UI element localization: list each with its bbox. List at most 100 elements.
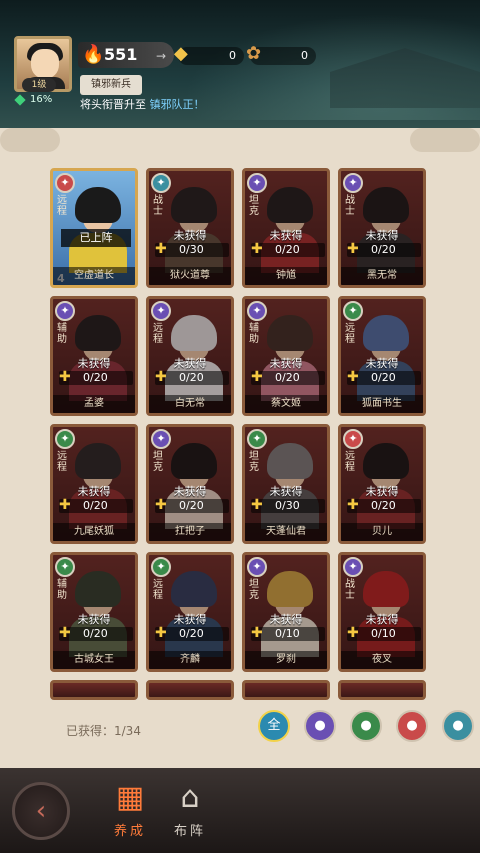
resource-coin-value: 0 xyxy=(229,49,236,62)
hero-card[interactable]: ✦ 远程 未获得 ✚ 0/20 狐面书生 xyxy=(338,296,426,416)
spirit-class-icon[interactable]: ● xyxy=(350,710,382,742)
deployed-status: 已上阵 xyxy=(61,229,131,247)
hero-name: 蔡文姬 xyxy=(245,395,327,413)
cards-icon: ▦ xyxy=(115,780,145,815)
shard-icon: ✚ xyxy=(347,625,359,641)
shard-icon: ✚ xyxy=(155,369,167,385)
hero-name: 钟馗 xyxy=(245,267,327,285)
shard-progress: ✚ 0/20 xyxy=(347,497,421,513)
hero-card[interactable]: ✦ 辅助 未获得 ✚ 0/20 蔡文姬 xyxy=(242,296,330,416)
power-display[interactable]: 🔥 551 → xyxy=(78,42,174,68)
hero-class-label: 坦克 xyxy=(249,451,259,473)
tab-cultivate-label: 养成 xyxy=(113,824,146,839)
hero-card[interactable]: ✦ 远程 未获得 ✚ 0/20 贝儿 xyxy=(338,424,426,544)
announcement-marquee: 将头衔晋升至 镇邪队正！ xyxy=(80,97,340,113)
shard-progress-value: 0/10 xyxy=(275,627,300,640)
xp-gem-icon xyxy=(14,94,26,106)
hero-card[interactable]: ✦ 远程 已上阵 4 空虚道长 xyxy=(50,168,138,288)
hero-class-label: 远程 xyxy=(345,323,355,345)
shard-progress-value: 0/20 xyxy=(179,371,204,384)
hero-class-icon: ✦ xyxy=(55,301,75,321)
player-level: 1级 xyxy=(22,78,56,92)
all-filter-icon[interactable]: 全 xyxy=(258,710,290,742)
resource-coin[interactable]: ◆ 0 xyxy=(174,43,244,65)
marquee-prefix: 将头衔晋升至 xyxy=(80,98,146,111)
xp-percent: 16% xyxy=(30,94,53,105)
back-button[interactable]: ‹ xyxy=(12,782,70,840)
hero-class-icon: ✦ xyxy=(151,173,171,193)
hero-card[interactable]: ✦ 远程 未获得 ✚ 0/20 白无常 xyxy=(146,296,234,416)
shard-progress: ✚ 0/10 xyxy=(251,625,325,641)
hero-class-icon: ✦ xyxy=(55,173,75,193)
hero-class-label: 远程 xyxy=(153,579,163,601)
tab-cultivate[interactable]: ▦ 养成 xyxy=(100,778,160,848)
back-arrow-icon: ‹ xyxy=(35,796,47,826)
hero-name: 罗刹 xyxy=(245,651,327,669)
cloud-decor xyxy=(0,128,60,152)
hero-class-icon: ✦ xyxy=(247,429,267,449)
hero-card-partial[interactable] xyxy=(146,680,234,700)
hero-card[interactable]: ✦ 坦克 未获得 ✚ 0/20 钟馗 xyxy=(242,168,330,288)
hero-card[interactable]: ✦ 坦克 未获得 ✚ 0/10 罗刹 xyxy=(242,552,330,672)
hero-class-icon: ✦ xyxy=(247,173,267,193)
hero-class-label: 远程 xyxy=(57,195,67,217)
shard-progress: ✚ 0/30 xyxy=(251,497,325,513)
hero-portrait xyxy=(63,181,133,273)
hero-card[interactable]: ✦ 远程 未获得 ✚ 0/20 九尾妖狐 xyxy=(50,424,138,544)
hero-card-partial[interactable] xyxy=(50,680,138,700)
shard-progress-value: 0/20 xyxy=(179,627,204,640)
hero-class-label: 辅助 xyxy=(249,323,259,345)
shard-icon: ✚ xyxy=(251,497,263,513)
hero-class-icon: ✦ xyxy=(343,429,363,449)
hero-class-icon: ✦ xyxy=(343,173,363,193)
scroll-icon: ✿ xyxy=(246,43,262,64)
shard-progress-value: 0/20 xyxy=(275,371,300,384)
bottom-nav: ‹ ▦ 养成 ⌂ 布阵 xyxy=(0,768,480,853)
hero-name: 古城女王 xyxy=(53,651,135,669)
hero-card[interactable]: ✦ 坦克 未获得 ✚ 0/30 天蓬仙君 xyxy=(242,424,330,544)
shard-progress: ✚ 0/30 xyxy=(155,241,229,257)
hero-name: 天蓬仙君 xyxy=(245,523,327,541)
formation-icon: ⌂ xyxy=(180,780,200,815)
hero-card-partial[interactable] xyxy=(338,680,426,700)
hero-card[interactable]: ✦ 战士 未获得 ✚ 0/20 黑无常 xyxy=(338,168,426,288)
hero-card-partial[interactable] xyxy=(242,680,330,700)
hero-name: 贝儿 xyxy=(341,523,423,541)
hero-class-icon: ✦ xyxy=(151,301,171,321)
shard-icon: ✚ xyxy=(155,625,167,641)
tab-formation-label: 布阵 xyxy=(173,824,206,839)
shard-icon: ✚ xyxy=(59,625,71,641)
hero-card[interactable]: ✦ 辅助 未获得 ✚ 0/20 孟婆 xyxy=(50,296,138,416)
shard-progress: ✚ 0/20 xyxy=(251,369,325,385)
shard-progress-value: 0/30 xyxy=(179,243,204,256)
shard-icon: ✚ xyxy=(251,241,263,257)
feather-class-icon[interactable]: ● xyxy=(396,710,428,742)
hero-card[interactable]: ✦ 远程 未获得 ✚ 0/20 齐麟 xyxy=(146,552,234,672)
shard-icon: ✚ xyxy=(155,241,167,257)
shard-icon: ✚ xyxy=(59,369,71,385)
hero-name: 白无常 xyxy=(149,395,231,413)
hero-name: 黑无常 xyxy=(341,267,423,285)
hero-card[interactable]: ✦ 战士 未获得 ✚ 0/10 夜叉 xyxy=(338,552,426,672)
cloud-decor xyxy=(410,128,480,152)
coin-bag-icon: ◆ xyxy=(174,43,188,64)
ghost-class-icon[interactable]: ● xyxy=(304,710,336,742)
marquee-highlight: 镇邪队正！ xyxy=(149,98,205,111)
hero-card[interactable]: ✦ 辅助 未获得 ✚ 0/20 古城女王 xyxy=(50,552,138,672)
title-badge[interactable]: 镇邪新兵 xyxy=(80,75,142,95)
shard-progress-value: 0/20 xyxy=(83,627,108,640)
hero-class-label: 战士 xyxy=(153,195,163,217)
shard-progress: ✚ 0/20 xyxy=(59,369,133,385)
hero-card[interactable]: ✦ 战士 未获得 ✚ 0/30 狱火道尊 xyxy=(146,168,234,288)
swirl-class-icon[interactable]: ● xyxy=(442,710,474,742)
hero-card[interactable]: ✦ 坦克 未获得 ✚ 0/20 扛把子 xyxy=(146,424,234,544)
hero-name: 齐麟 xyxy=(149,651,231,669)
tab-formation[interactable]: ⌂ 布阵 xyxy=(160,778,220,848)
hero-class-label: 坦克 xyxy=(153,451,163,473)
resource-scroll[interactable]: ✿ 0 xyxy=(246,43,316,65)
hero-class-label: 战士 xyxy=(345,579,355,601)
arrow-right-icon: → xyxy=(155,49,166,63)
hero-class-icon: ✦ xyxy=(247,301,267,321)
shard-progress: ✚ 0/20 xyxy=(59,625,133,641)
shard-progress-value: 0/20 xyxy=(179,499,204,512)
